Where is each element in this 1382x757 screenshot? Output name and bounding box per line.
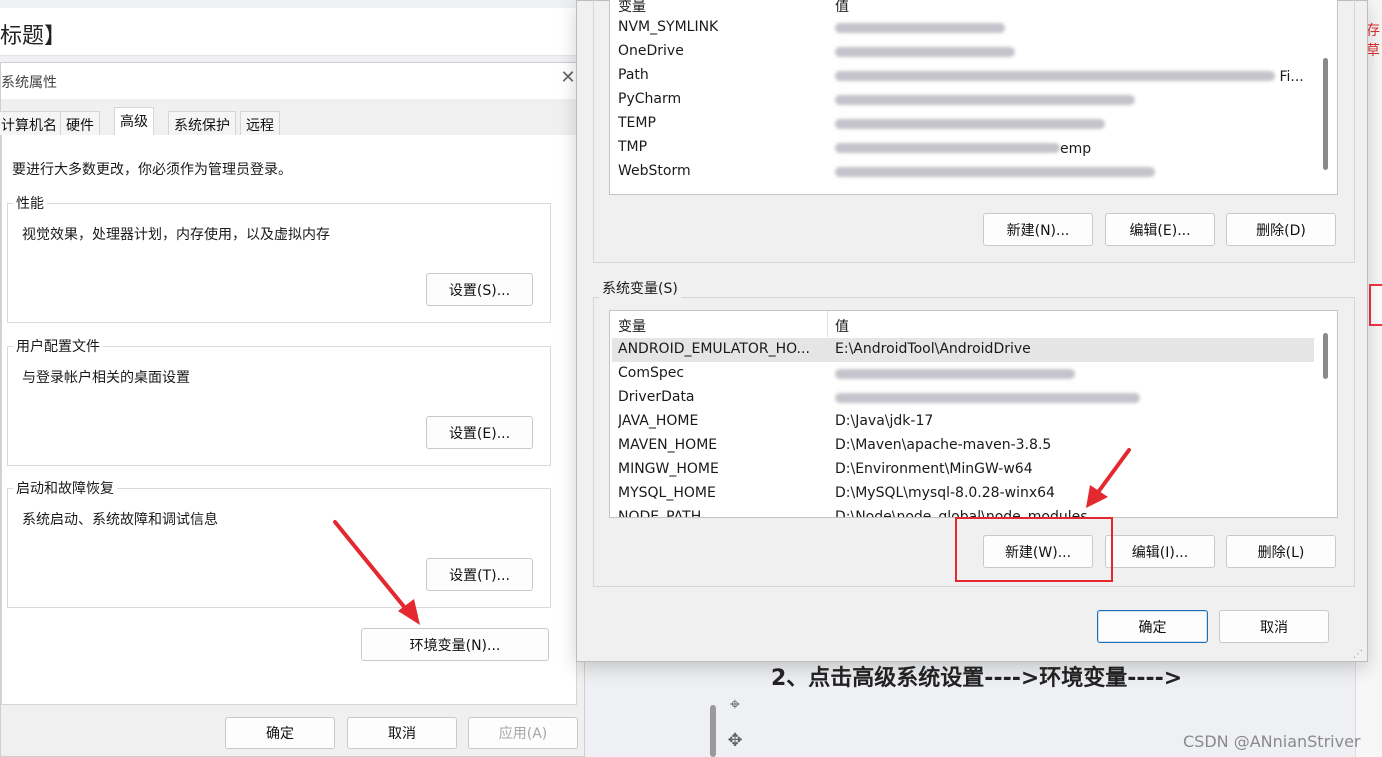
startup-recovery-legend: 启动和故障恢复 (13, 478, 117, 498)
apply-button[interactable]: 应用(A) (468, 717, 578, 749)
tab-hardware[interactable]: 硬件 (60, 111, 100, 135)
list-item[interactable]: Path Fi... (616, 64, 1316, 88)
user-profiles-settings-button[interactable]: 设置(E)... (426, 416, 533, 449)
tab-computer-name[interactable]: 计算机名 (0, 111, 63, 135)
performance-legend: 性能 (13, 193, 47, 213)
crosshair-icon[interactable]: ⌖ (725, 694, 745, 715)
user-delete-button[interactable]: 删除(D) (1226, 213, 1336, 246)
user-col-name: 变量 (618, 0, 646, 15)
admin-note: 要进行大多数更改，你必须作为管理员登录。 (12, 162, 292, 178)
list-item[interactable]: NVM_SYMLINK (616, 16, 1316, 40)
annotation-arrow-icon (333, 520, 420, 625)
save-draft-fragment[interactable]: 存草 (1366, 20, 1382, 60)
user-variables-list[interactable]: 变量 值 NVM_SYMLINK OneDrive Path Fi... PyC… (609, 0, 1338, 195)
dialog-title: 系统属性 (1, 75, 57, 91)
user-col-value: 值 (835, 0, 849, 15)
performance-description: 视觉效果，处理器计划，内存使用，以及虚拟内存 (22, 227, 330, 243)
list-item[interactable]: WebStorm (616, 160, 1316, 184)
annotation-highlight-box (955, 517, 1113, 582)
system-edit-button[interactable]: 编辑(I)... (1105, 535, 1215, 568)
cancel-button[interactable]: 取消 (347, 717, 457, 749)
performance-settings-button[interactable]: 设置(S)... (426, 273, 533, 306)
move-icon[interactable]: ✥ (725, 730, 745, 751)
system-list-scrollbar[interactable] (1323, 333, 1328, 379)
system-col-value: 值 (835, 319, 849, 335)
tab-remote[interactable]: 远程 (240, 111, 280, 135)
article-scrollbar[interactable] (710, 705, 716, 757)
tab-advanced[interactable]: 高级 (114, 107, 154, 135)
list-item[interactable]: DriverData (616, 386, 1316, 410)
user-list-scrollbar[interactable] (1323, 58, 1328, 170)
env-ok-button[interactable]: 确定 (1097, 610, 1208, 643)
dialog-titlebar (1, 63, 584, 99)
list-item[interactable]: MINGW_HOME D:\Environment\MinGW-w64 (616, 458, 1316, 482)
list-item-selected[interactable]: ANDROID_EMULATOR_HO... E:\AndroidTool\An… (612, 338, 1314, 362)
article-step-text: 2、点击高级系统设置---->环境变量----> (771, 666, 1183, 691)
list-item[interactable]: ComSpec (616, 362, 1316, 386)
list-item[interactable]: JAVA_HOME D:\Java\jdk-17 (616, 410, 1316, 434)
list-item[interactable]: MAVEN_HOME D:\Maven\apache-maven-3.8.5 (616, 434, 1316, 458)
system-properties-dialog: 系统属性 ✕ 计算机名 硬件 高级 系统保护 远程 要进行大多数更改，你必须作为… (0, 62, 585, 757)
watermark: CSDN @ANnianStriver (1183, 732, 1361, 751)
user-new-button[interactable]: 新建(N)... (983, 213, 1093, 246)
startup-recovery-description: 系统启动、系统故障和调试信息 (22, 512, 218, 528)
system-col-name: 变量 (618, 319, 646, 335)
advanced-tab-panel: 要进行大多数更改，你必须作为管理员登录。 性能 视觉效果，处理器计划，内存使用，… (1, 135, 577, 705)
list-item[interactable]: OneDrive (616, 40, 1316, 64)
list-item[interactable]: TMP emp (616, 136, 1316, 160)
column-divider (827, 311, 828, 337)
editor-title: 标题】 (0, 24, 67, 49)
startup-recovery-settings-button[interactable]: 设置(T)... (426, 558, 533, 591)
ok-button[interactable]: 确定 (225, 717, 335, 749)
system-delete-button[interactable]: 删除(L) (1226, 535, 1336, 568)
user-edit-button[interactable]: 编辑(E)... (1105, 213, 1215, 246)
user-profiles-description: 与登录帐户相关的桌面设置 (22, 370, 190, 386)
list-item[interactable]: PyCharm (616, 88, 1316, 112)
editor-title-bar (0, 8, 600, 56)
annotation-arrow-icon (1086, 448, 1131, 508)
system-variables-legend: 系统变量(S) (599, 278, 681, 298)
user-profiles-legend: 用户配置文件 (13, 336, 103, 356)
highlight-fragment (1369, 284, 1382, 326)
list-item[interactable]: TEMP (616, 112, 1316, 136)
tab-system-protection[interactable]: 系统保护 (168, 111, 236, 135)
environment-variables-button[interactable]: 环境变量(N)... (361, 628, 549, 661)
list-item[interactable]: MYSQL_HOME D:\MySQL\mysql-8.0.28-winx64 (616, 482, 1316, 506)
env-cancel-button[interactable]: 取消 (1219, 610, 1329, 643)
system-variables-list[interactable]: 变量 值 ANDROID_EMULATOR_HO... E:\AndroidTo… (609, 310, 1338, 518)
resize-grip-icon[interactable]: ⋰ (1353, 649, 1363, 660)
